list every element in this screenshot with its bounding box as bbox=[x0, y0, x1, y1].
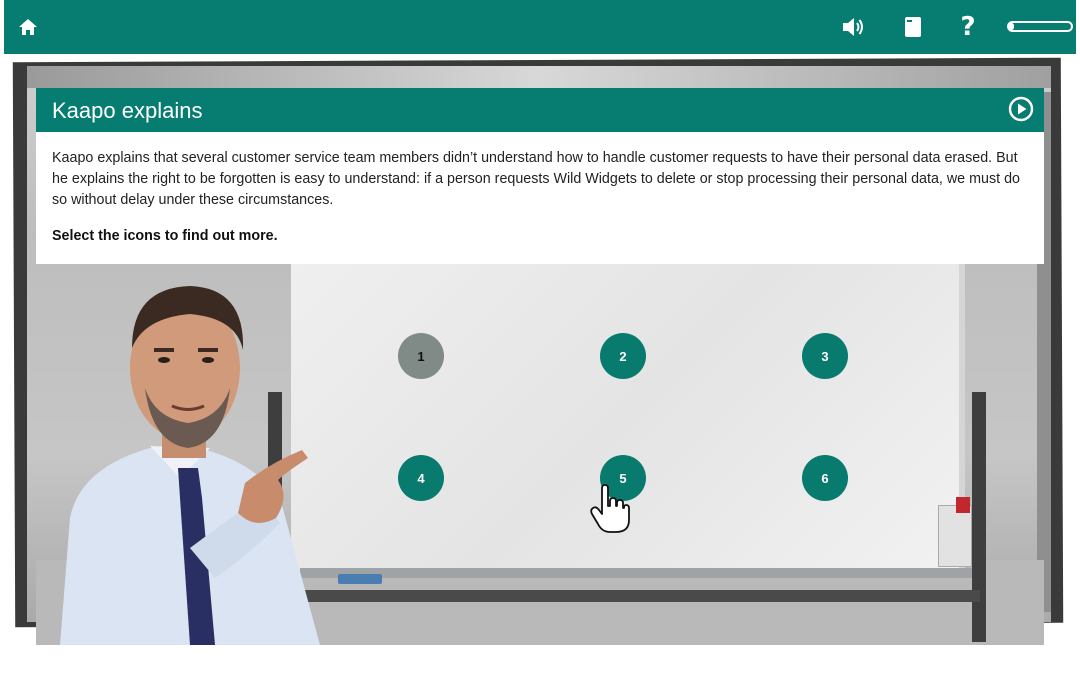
panel-description: Kaapo explains that several customer ser… bbox=[52, 150, 1020, 208]
hotspot-2[interactable]: 2 bbox=[600, 333, 646, 379]
hotspot-3[interactable]: 3 bbox=[802, 333, 848, 379]
hotspot-1[interactable]: 1 bbox=[398, 333, 444, 379]
eraser bbox=[338, 574, 382, 584]
panel-header: Kaapo explains bbox=[36, 88, 1044, 132]
top-bar: ? bbox=[4, 0, 1076, 54]
help-icon[interactable]: ? bbox=[954, 0, 982, 54]
whiteboard-rail bbox=[300, 590, 980, 602]
progress-bar bbox=[1007, 21, 1073, 32]
hotspot-5[interactable]: 5 bbox=[600, 455, 646, 501]
marker-box bbox=[938, 505, 972, 567]
whiteboard-stand-right bbox=[972, 392, 986, 642]
speaker-icon[interactable] bbox=[836, 0, 870, 54]
presenter-kaapo bbox=[60, 286, 320, 645]
hotspot-6[interactable]: 6 bbox=[802, 455, 848, 501]
panel-title: Kaapo explains bbox=[52, 98, 203, 123]
play-circle-icon[interactable] bbox=[1008, 96, 1034, 122]
home-icon[interactable] bbox=[14, 0, 42, 54]
book-icon[interactable] bbox=[896, 0, 930, 54]
ceiling-beam bbox=[27, 66, 1051, 88]
hotspot-4[interactable]: 4 bbox=[398, 455, 444, 501]
progress-fill bbox=[1009, 23, 1014, 30]
red-marker bbox=[956, 497, 970, 513]
panel-instruction: Select the icons to find out more. bbox=[52, 228, 278, 244]
whiteboard-tray bbox=[300, 568, 972, 578]
panel-body: Kaapo explains that several customer ser… bbox=[36, 132, 1044, 264]
whiteboard bbox=[291, 264, 965, 576]
